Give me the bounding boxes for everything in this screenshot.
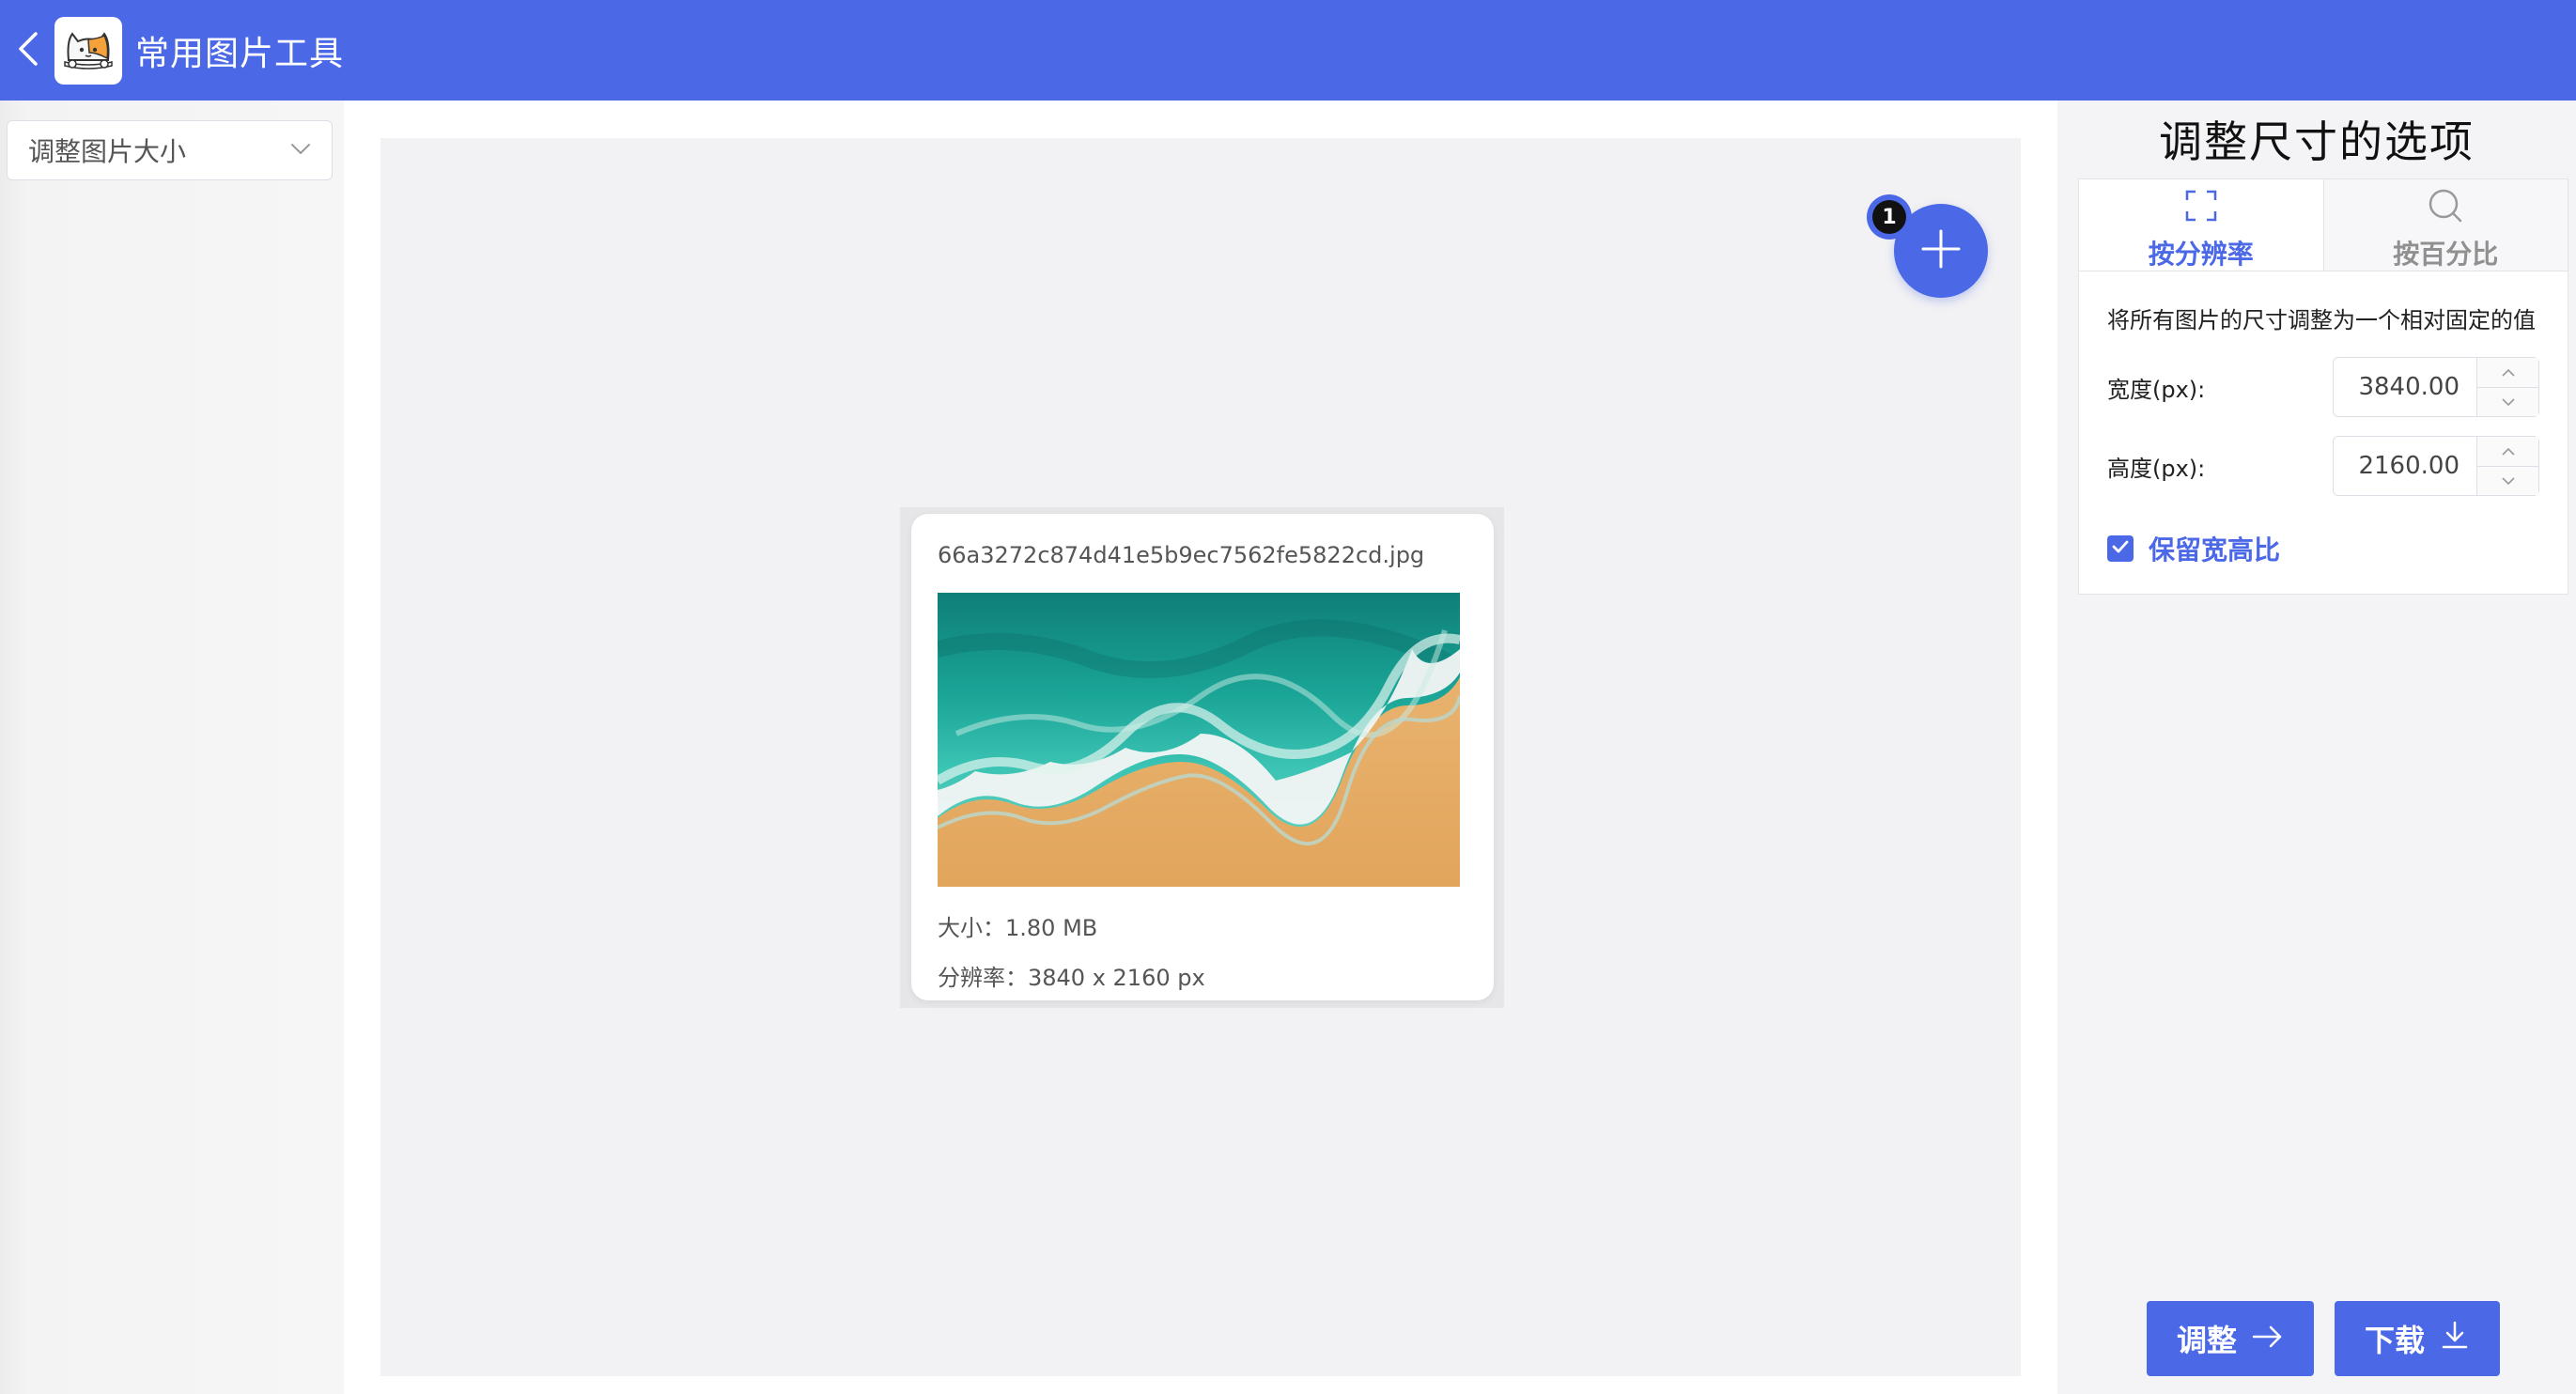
chevron-down-icon (290, 142, 311, 160)
tab-label: 按百分比 (2393, 239, 2499, 270)
app-logo (54, 16, 122, 85)
download-button[interactable]: 下载 (2335, 1301, 2500, 1376)
image-card[interactable]: 66a3272c874d41e5b9ec7562fe5822cd.jpg 大小：… (911, 514, 1494, 1000)
file-size: 大小：1.80 MB (938, 915, 1098, 941)
width-input[interactable]: 3840.00 (2333, 357, 2539, 417)
download-icon (2440, 1320, 2470, 1357)
chevron-down-icon (2501, 393, 2516, 410)
resize-mode-tabs: 按分辨率 按百分比 (2079, 179, 2568, 271)
width-row: 宽度(px): 3840.00 (2079, 357, 2568, 417)
height-stepper (2476, 437, 2538, 495)
width-stepper (2476, 358, 2538, 416)
arrow-right-icon (2252, 1321, 2284, 1356)
mode-description: 将所有图片的尺寸调整为一个相对固定的值 (2107, 307, 2536, 333)
keep-ratio-toggle[interactable]: 保留宽高比 (2107, 530, 2568, 567)
width-increment-button[interactable] (2477, 358, 2538, 387)
tool-select[interactable]: 调整图片大小 (7, 120, 333, 180)
width-value: 3840.00 (2358, 373, 2460, 401)
back-button[interactable] (2, 0, 54, 101)
options-title: 调整尺寸的选项 (2159, 116, 2475, 167)
file-resolution: 分辨率：3840 x 2160 px (938, 965, 1205, 991)
height-label: 高度(px): (2107, 455, 2206, 482)
height-decrement-button[interactable] (2477, 465, 2538, 495)
height-row: 高度(px): 2160.00 (2079, 436, 2568, 496)
keep-ratio-label: 保留宽高比 (2149, 534, 2281, 565)
chevron-down-icon (2501, 472, 2516, 489)
tool-sidebar: 调整图片大小 (0, 101, 344, 1394)
chevron-up-icon (2501, 364, 2516, 381)
adjust-button[interactable]: 调整 (2147, 1301, 2314, 1376)
height-value: 2160.00 (2358, 452, 2460, 480)
tab-by-resolution[interactable]: 按分辨率 (2079, 179, 2323, 271)
image-thumbnail (938, 593, 1460, 887)
download-label: 下载 (2364, 1323, 2425, 1358)
app-title: 常用图片工具 (135, 34, 345, 73)
width-label: 宽度(px): (2107, 376, 2206, 403)
checkmark-icon (2111, 539, 2130, 558)
width-decrement-button[interactable] (2477, 386, 2538, 416)
tab-label: 按分辨率 (2148, 239, 2254, 270)
adjust-label: 调整 (2176, 1323, 2237, 1358)
file-count: 1 (1872, 200, 1906, 234)
chevron-up-icon (2501, 442, 2516, 460)
tab-by-percentage[interactable]: 按百分比 (2322, 179, 2568, 271)
search-icon (2427, 187, 2464, 228)
plus-icon (1919, 227, 1963, 274)
file-count-badge: 1 (1867, 194, 1912, 240)
cat-logo-icon (59, 24, 117, 77)
app-header: 常用图片工具 (0, 0, 2576, 101)
chevron-left-icon (17, 30, 39, 71)
options-panel: 调整尺寸的选项 按分辨率 按百分比 将所有图片的尺寸调整为一个相对固定的值 宽度… (2057, 101, 2576, 1394)
image-canvas: 1 66a3272c874d41e5b9ec7562fe5822cd.jpg 大… (380, 138, 2021, 1376)
tool-select-value: 调整图片大小 (28, 136, 187, 167)
scan-frame-icon (2182, 187, 2220, 228)
height-input[interactable]: 2160.00 (2333, 436, 2539, 496)
options-box: 按分辨率 按百分比 将所有图片的尺寸调整为一个相对固定的值 宽度(px): 38… (2078, 178, 2568, 595)
keep-ratio-checkbox[interactable] (2107, 535, 2134, 562)
height-increment-button[interactable] (2477, 437, 2538, 466)
file-name: 66a3272c874d41e5b9ec7562fe5822cd.jpg (938, 542, 1425, 568)
